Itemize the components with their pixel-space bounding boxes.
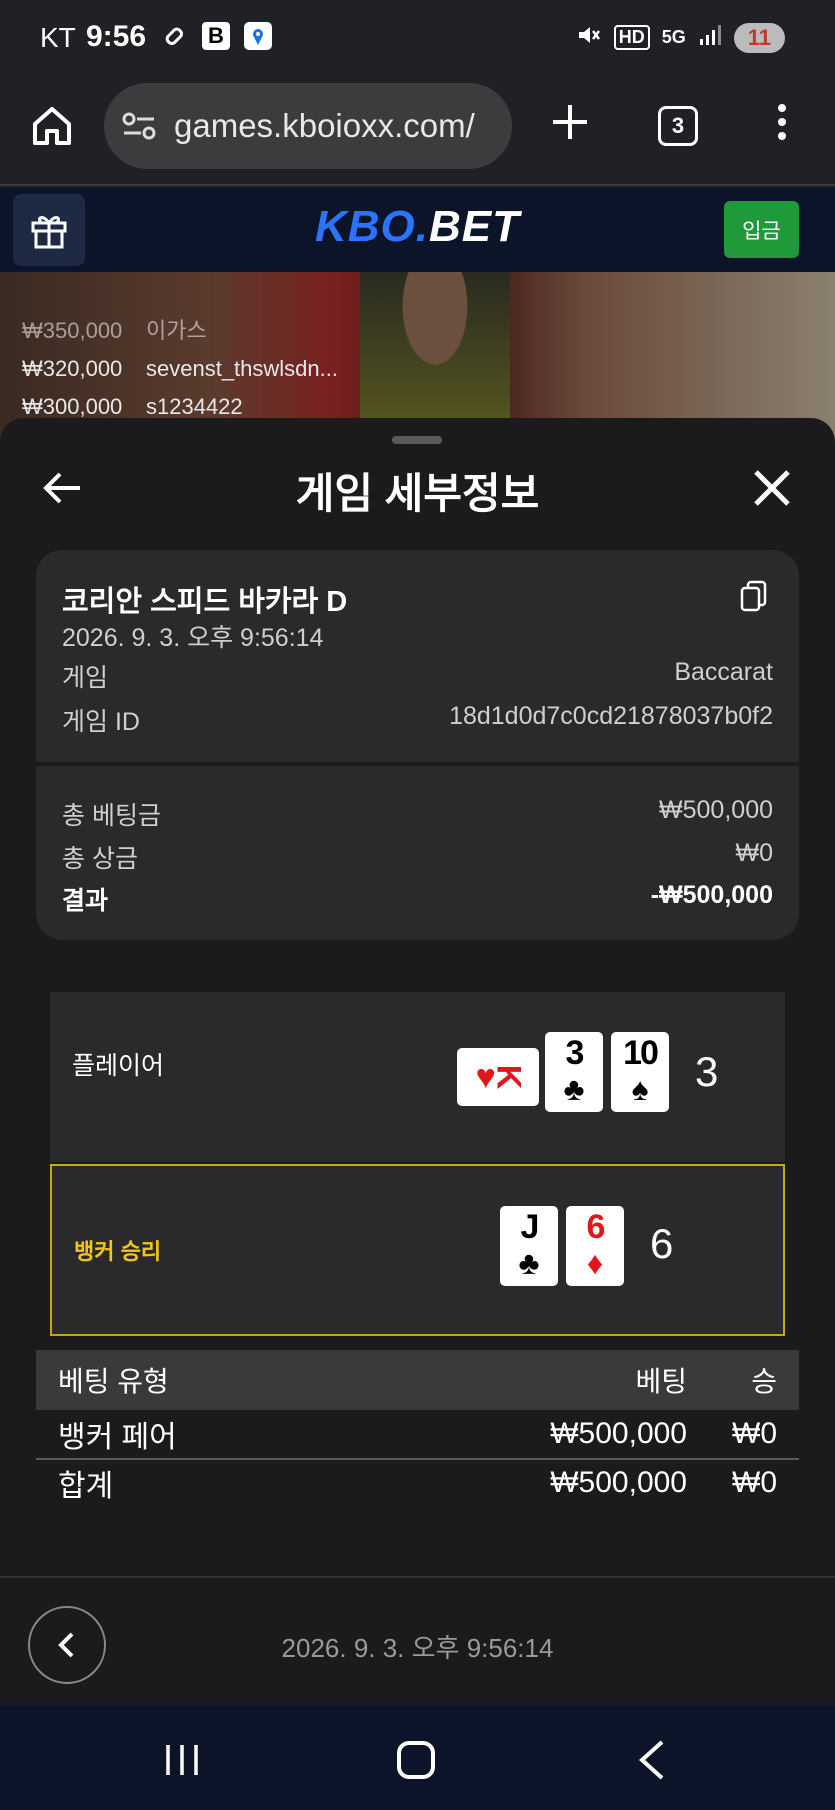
header-win: 승 <box>751 1366 777 1397</box>
status-bar: KT 9:56 B HD 5G 11 <box>0 0 835 80</box>
banker-winner-label: 뱅커 승리 <box>74 1239 162 1264</box>
maps-icon <box>244 22 272 50</box>
carrier-label: KT <box>40 22 76 53</box>
game-type-value: Baccarat <box>674 658 773 686</box>
browser-toolbar: games.kboioxx.com/ 3 <box>0 80 835 186</box>
game-datetime: 2026. 9. 3. 오후 9:56:14 <box>62 624 324 652</box>
player-label: 플레이어 <box>72 1052 165 1080</box>
back-icon[interactable] <box>636 1739 666 1781</box>
player-card-1: ♥K <box>457 1048 539 1106</box>
site-logo[interactable]: KBO.BET <box>0 202 835 252</box>
battery-level: 11 <box>747 24 771 50</box>
result-value: -₩500,000 <box>650 881 773 909</box>
tag-icon <box>160 22 188 50</box>
total-bet-row: 총 베팅금 ₩500,000 <box>62 796 773 830</box>
bets-table: 베팅 유형 베팅 승 뱅커 페어 ₩500,000 ₩0 합계 ₩500,000… <box>36 1350 799 1506</box>
total-win-row: 총 상금 ₩0 <box>62 839 774 873</box>
winners-ticker: ₩350,000 이가스 ₩320,000 sevenst_thswlsdn... … <box>22 312 338 426</box>
sheet-drag-handle[interactable] <box>392 436 442 444</box>
close-icon[interactable] <box>752 468 792 508</box>
game-details-sheet: 게임 세부정보 코리안 스피드 바카라 D 2026. 9. 3. 오후 9:5… <box>0 418 835 1705</box>
live-video-background: ₩350,000 이가스 ₩320,000 sevenst_thswlsdn... … <box>0 272 835 442</box>
game-info-card: 코리안 스피드 바카라 D 2026. 9. 3. 오후 9:56:14 게임 … <box>36 550 799 940</box>
table-total-row: 합계 ₩500,000 ₩0 <box>36 1458 799 1506</box>
url-text: games.kboioxx.com/ <box>174 107 475 144</box>
banker-score: 6 <box>650 1220 674 1267</box>
more-options-icon[interactable] <box>774 104 790 148</box>
notification-icons: B <box>160 22 272 50</box>
network-type-icon: 5G <box>661 27 686 47</box>
total-win-value: ₩0 <box>735 839 774 867</box>
winner-entry: ₩320,000 sevenst_thswlsdn... <box>22 356 338 381</box>
winner-entry: ₩350,000 이가스 <box>22 318 207 343</box>
mute-icon <box>576 22 602 53</box>
site-settings-icon[interactable] <box>122 111 156 141</box>
signal-icon <box>698 23 722 52</box>
sheet-footer: 2026. 9. 3. 오후 9:56:14 <box>0 1576 835 1706</box>
banker-hand-panel: 뱅커 승리 J ♣ 6 ♦ 6 <box>50 1164 785 1336</box>
total-bet-value: ₩500,000 <box>659 796 773 824</box>
player-score: 3 <box>695 1048 719 1095</box>
game-id-value: 18d1d0d7c0cd21878037b0f2 <box>449 702 773 730</box>
battery-icon: 11 <box>733 22 785 53</box>
banker-card-1: J ♣ <box>500 1206 558 1286</box>
game-id-row: 게임 ID 18d1d0d7c0cd21878037b0f2 <box>62 702 773 736</box>
header-bet: 베팅 <box>635 1366 687 1397</box>
game-name: 코리안 스피드 바카라 D <box>62 586 348 618</box>
tab-switcher-button[interactable]: 3 <box>658 106 698 146</box>
player-card-2: 3 ♣ <box>545 1032 603 1112</box>
dealer-video <box>360 272 510 442</box>
new-tab-button[interactable] <box>550 102 590 147</box>
home-icon[interactable] <box>30 104 74 148</box>
table-row: 뱅커 페어 ₩500,000 ₩0 <box>58 1417 777 1454</box>
address-bar[interactable]: games.kboioxx.com/ <box>104 83 512 169</box>
b-app-icon: B <box>202 22 230 50</box>
copy-icon[interactable] <box>740 580 768 612</box>
game-type-row: 게임 Baccarat <box>62 658 773 692</box>
player-hand-panel: 플레이어 ♥K 3 ♣ 10 ♠ 3 <box>50 992 785 1162</box>
footer-datetime: 2026. 9. 3. 오후 9:56:14 <box>281 1633 554 1663</box>
recent-apps-icon[interactable] <box>164 1745 200 1775</box>
system-nav-bar <box>0 1705 835 1810</box>
clock: 9:56 <box>86 20 147 53</box>
header-bet-type: 베팅 유형 <box>58 1366 169 1397</box>
system-icons: HD 5G 11 <box>576 22 785 53</box>
bets-table-header: 베팅 유형 베팅 승 <box>36 1350 799 1410</box>
result-row: 결과 -₩500,000 <box>62 881 773 915</box>
deposit-button[interactable]: 입금 <box>724 201 799 258</box>
banker-card-2: 6 ♦ <box>566 1206 624 1286</box>
player-card-3: 10 ♠ <box>611 1032 669 1112</box>
home-button-icon[interactable] <box>397 1741 435 1779</box>
sheet-title: 게임 세부정보 <box>295 470 540 517</box>
card-divider <box>36 762 799 766</box>
hd-icon: HD <box>613 25 650 50</box>
site-header: KBO.BET 입금 <box>0 188 835 272</box>
